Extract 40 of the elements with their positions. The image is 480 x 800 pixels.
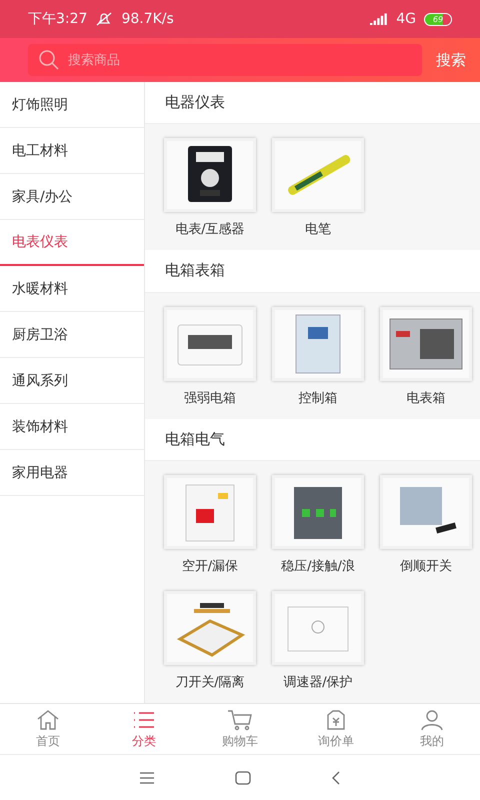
home-icon bbox=[35, 708, 61, 730]
product-name[interactable]: 强弱电箱 bbox=[184, 388, 236, 407]
category-item[interactable]: 装饰材料 bbox=[0, 404, 144, 450]
network-type: 4G bbox=[396, 11, 416, 27]
product-name[interactable]: 倒顺开关 bbox=[400, 556, 452, 575]
product-name[interactable]: 电笔 bbox=[305, 220, 331, 238]
product-name[interactable]: 电表箱 bbox=[406, 388, 446, 407]
search-icon bbox=[38, 49, 60, 71]
signal-icon bbox=[370, 13, 388, 25]
section-title: 电器仪表 bbox=[145, 82, 480, 124]
category-item[interactable]: 水暖材料 bbox=[0, 266, 144, 312]
battery-icon: 69 bbox=[424, 12, 452, 26]
tab-item[interactable]: 首页 bbox=[0, 704, 96, 754]
section-title: 电箱表箱 bbox=[145, 250, 480, 293]
tab-item[interactable]: 我的 bbox=[384, 704, 480, 754]
tab-item[interactable]: 购物车 bbox=[192, 704, 288, 754]
category-item[interactable]: 厨房卫浴 bbox=[0, 312, 144, 358]
section-title: 电箱电气 bbox=[145, 418, 480, 461]
product-name[interactable]: 电表/互感器 bbox=[175, 220, 245, 238]
product-name[interactable]: 调速器/保护 bbox=[283, 672, 353, 691]
tab-item[interactable]: 分类 bbox=[96, 704, 192, 754]
category-item[interactable]: 通风系列 bbox=[0, 358, 144, 404]
product-name[interactable]: 控制箱 bbox=[298, 388, 338, 407]
product-name[interactable]: 刀开关/隔离 bbox=[175, 672, 245, 691]
category-item[interactable]: 灯饰照明 bbox=[0, 82, 144, 128]
tab-item[interactable]: 询价单 bbox=[288, 704, 384, 754]
category-item[interactable]: 家具/办公 bbox=[0, 174, 144, 220]
bell-off-icon bbox=[95, 12, 114, 26]
category-item[interactable]: 电工材料 bbox=[0, 128, 144, 174]
network-speed: 98.7K/s bbox=[121, 11, 174, 27]
user-icon bbox=[419, 708, 445, 730]
home-button-icon[interactable] bbox=[235, 770, 251, 784]
cart-icon bbox=[227, 708, 253, 730]
search-field[interactable]: 搜索商品 bbox=[28, 44, 422, 76]
menu-icon[interactable] bbox=[139, 772, 155, 784]
back-icon[interactable] bbox=[331, 770, 341, 784]
category-item[interactable]: 家用电器 bbox=[0, 450, 144, 496]
status-time: 下午3:27 bbox=[28, 10, 88, 28]
product-name[interactable]: 空开/漏保 bbox=[182, 556, 238, 575]
product-name[interactable]: 稳压/接触/浪 bbox=[281, 556, 355, 575]
